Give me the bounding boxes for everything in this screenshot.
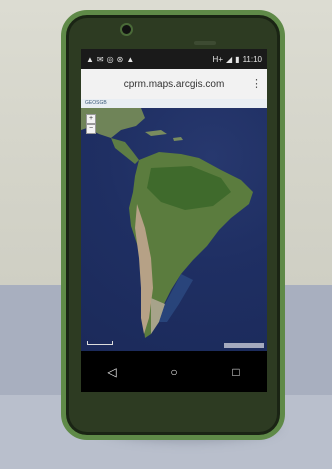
zoom-out-button[interactable]: − <box>86 124 96 134</box>
front-camera-icon <box>120 23 133 36</box>
smartphone: ▲ ✉ ◎ ⊛ ▲ H+ ◢ ▮ 11:10 cprm.maps.arcgis.… <box>61 10 285 440</box>
earpiece-speaker <box>194 41 216 45</box>
status-bar: ▲ ✉ ◎ ⊛ ▲ H+ ◢ ▮ 11:10 <box>81 49 267 69</box>
satellite-map[interactable]: + − <box>81 108 267 351</box>
status-right: H+ ◢ ▮ 11:10 <box>213 55 262 64</box>
signal-icon: ◢ <box>226 54 233 64</box>
more-vert-icon[interactable]: ⋮ <box>251 77 262 90</box>
url-text[interactable]: cprm.maps.arcgis.com <box>124 79 225 90</box>
warning-icon: ▲ <box>126 54 135 64</box>
mail-icon: ✉ <box>96 54 104 64</box>
map-app-header: GEOSGB <box>81 99 267 108</box>
recents-icon[interactable]: □ <box>224 365 248 379</box>
zoom-in-button[interactable]: + <box>86 114 96 124</box>
settings-icon: ⊛ <box>116 54 124 64</box>
back-icon[interactable]: ◁ <box>100 365 124 379</box>
caribbean-island <box>145 130 167 136</box>
phone-screen: ▲ ✉ ◎ ⊛ ▲ H+ ◢ ▮ 11:10 cprm.maps.arcgis.… <box>81 49 267 392</box>
notification-icon: ▲ <box>86 54 94 64</box>
central-america-land <box>111 138 139 164</box>
south-america-landmass <box>81 108 253 338</box>
clock: 11:10 <box>242 54 262 64</box>
caribbean-island <box>173 137 183 141</box>
map-scale-bar <box>87 341 113 345</box>
battery-icon: ▮ <box>235 54 240 64</box>
sync-icon: ◎ <box>106 54 114 64</box>
browser-address-bar[interactable]: cprm.maps.arcgis.com ⋮ <box>81 69 267 100</box>
network-type: H+ <box>212 54 223 64</box>
android-nav-bar: ◁ ○ □ <box>81 351 267 392</box>
map-attribution <box>224 343 264 348</box>
status-left-icons: ▲ ✉ ◎ ⊛ ▲ <box>86 55 134 64</box>
home-icon[interactable]: ○ <box>162 365 186 379</box>
